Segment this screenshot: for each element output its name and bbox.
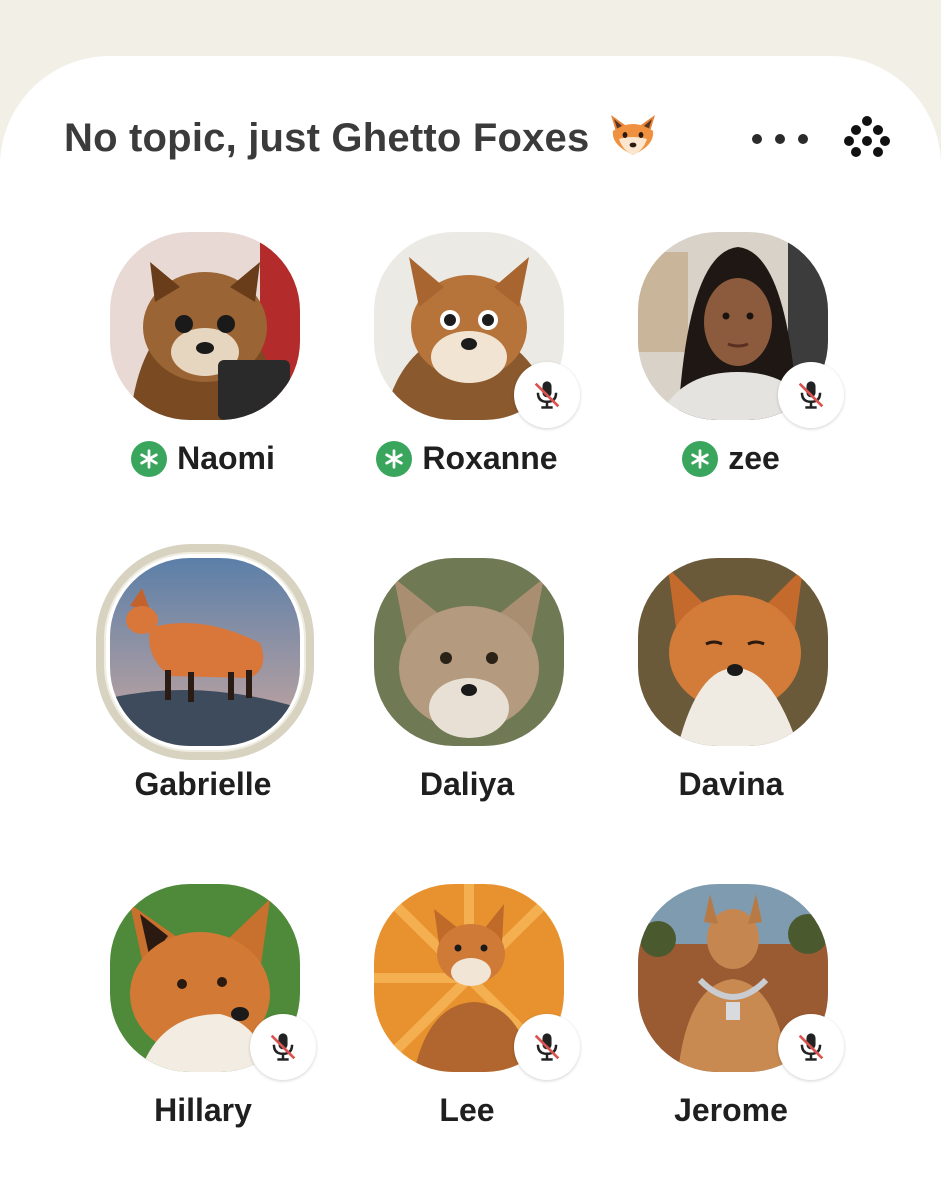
- more-options-button[interactable]: [752, 124, 808, 154]
- avatar[interactable]: [638, 558, 828, 746]
- speaker-tile[interactable]: zee: [600, 228, 862, 528]
- ellipsis-dot: [798, 134, 808, 144]
- moderator-badge-icon: [376, 440, 413, 477]
- room-title-text: No topic, just Ghetto Foxes: [64, 116, 590, 160]
- muted-mic-icon: [778, 1014, 844, 1080]
- speaker-name: zee: [728, 440, 780, 476]
- speaker-tile[interactable]: Roxanne: [336, 228, 598, 528]
- clubhouse-dots-icon[interactable]: [842, 114, 892, 164]
- ellipsis-dot: [752, 134, 762, 144]
- avatar[interactable]: [374, 558, 564, 746]
- room-title: No topic, just Ghetto Foxes: [64, 110, 659, 166]
- muted-mic-icon: [778, 362, 844, 428]
- speaker-name: Daliya: [419, 766, 515, 802]
- avatar-speaking[interactable]: [96, 544, 314, 760]
- fox-avatar-icon: [110, 558, 300, 746]
- muted-mic-icon: [514, 362, 580, 428]
- moderator-badge-icon: [682, 440, 719, 477]
- speaker-tile[interactable]: Davina: [600, 554, 862, 854]
- speaker-name: Gabrielle: [134, 766, 272, 802]
- room-header: No topic, just Ghetto Foxes: [64, 110, 904, 170]
- moderator-badge-icon: [131, 440, 168, 477]
- fox-avatar-icon: [374, 558, 564, 746]
- speaker-name: Naomi: [177, 440, 275, 476]
- fox-avatar-icon: [638, 558, 828, 746]
- speaker-name: Roxanne: [422, 440, 558, 476]
- fox-avatar-icon: [110, 232, 300, 420]
- speaker-tile[interactable]: Daliya: [336, 554, 598, 854]
- fox-face-emoji-icon: [610, 115, 655, 155]
- muted-mic-icon: [514, 1014, 580, 1080]
- speaker-tile[interactable]: Naomi: [72, 228, 334, 528]
- avatar[interactable]: [110, 232, 300, 420]
- speaker-name: Lee: [439, 1092, 495, 1128]
- speaker-tile[interactable]: Gabrielle: [72, 544, 334, 854]
- ellipsis-dot: [775, 134, 785, 144]
- muted-mic-icon: [250, 1014, 316, 1080]
- speaker-name: Hillary: [154, 1092, 252, 1128]
- speaker-name: Davina: [678, 766, 784, 802]
- speaker-name: Jerome: [674, 1092, 788, 1128]
- speaker-tile[interactable]: Jerome: [600, 880, 862, 1180]
- speaker-tile[interactable]: Lee: [336, 880, 598, 1180]
- speaker-tile[interactable]: Hillary: [72, 880, 334, 1180]
